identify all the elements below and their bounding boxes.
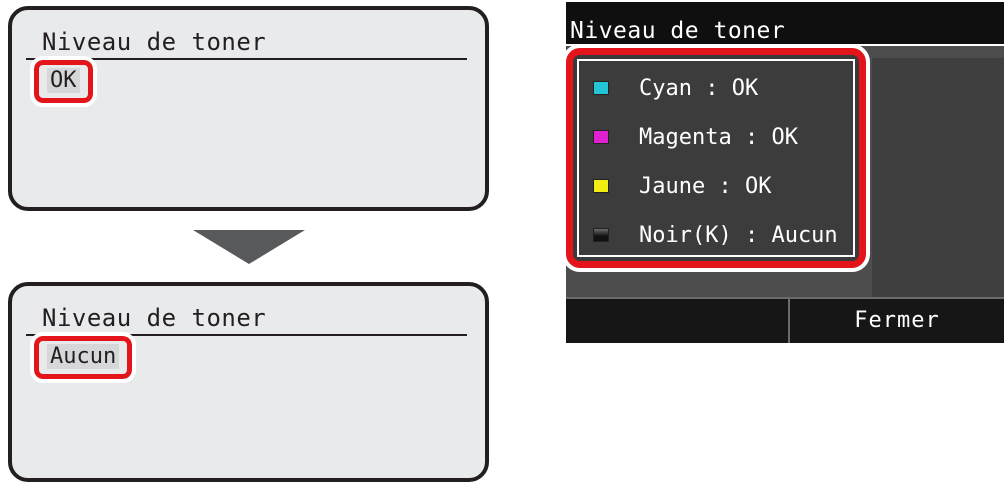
mono-lcd-before: Niveau de toner OK (8, 6, 489, 211)
screen-title: Niveau de toner (42, 28, 267, 56)
toner-level-list: Cyan : OK Magenta : OK Jaune : OK Noir(K… (577, 59, 855, 257)
panel-side-area (872, 58, 1004, 298)
toner-status-value: OK (47, 68, 80, 93)
toner-item-cyan: Cyan : OK (593, 71, 758, 105)
black-toner-icon (593, 228, 609, 242)
cyan-toner-icon (593, 81, 609, 95)
panel-footer: Fermer (566, 297, 1004, 343)
panel-header: Niveau de toner (566, 2, 1004, 46)
toner-item-black: Noir(K) : Aucun (593, 218, 838, 252)
toner-item-label: Noir(K) : Aucun (639, 222, 838, 248)
toner-item-yellow: Jaune : OK (593, 169, 771, 203)
title-divider (566, 44, 1004, 46)
close-button[interactable]: Fermer (790, 299, 1004, 343)
toner-item-magenta: Magenta : OK (593, 120, 798, 154)
down-arrow-icon (193, 230, 305, 264)
toner-item-label: Magenta : OK (639, 124, 798, 150)
magenta-toner-icon (593, 130, 609, 144)
highlight-box: Cyan : OK Magenta : OK Jaune : OK Noir(K… (562, 44, 870, 272)
highlight-box: OK (30, 56, 97, 107)
toner-status-value: Aucun (47, 344, 120, 369)
toner-item-label: Jaune : OK (639, 173, 772, 199)
toner-item-label: Cyan : OK (639, 75, 759, 101)
yellow-toner-icon (593, 179, 609, 193)
highlight-box: Aucun (29, 332, 137, 383)
mono-lcd-after: Niveau de toner Aucun (8, 282, 489, 482)
screen-title: Niveau de toner (42, 304, 267, 332)
title-divider (26, 58, 467, 60)
screen-title: Niveau de toner (570, 18, 786, 44)
